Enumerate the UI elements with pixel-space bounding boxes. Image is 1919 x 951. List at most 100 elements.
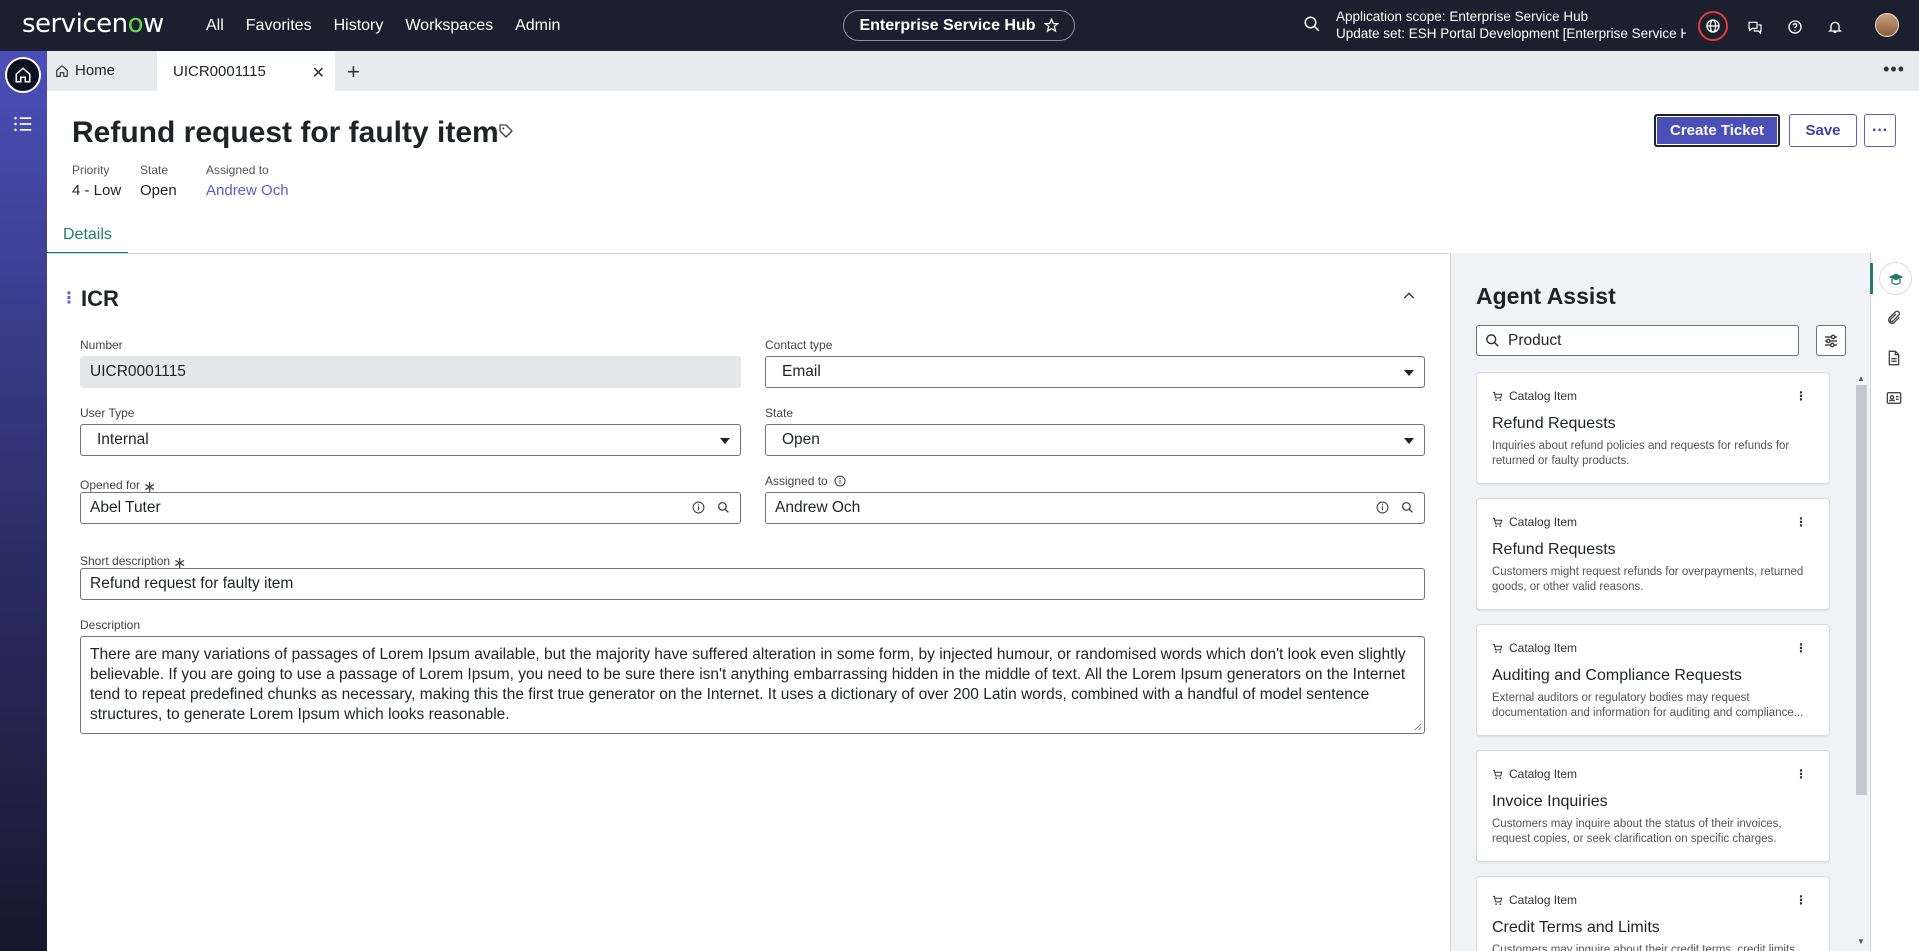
- caret-down-icon: [1404, 370, 1414, 376]
- scroll-up-icon[interactable]: ▲: [1857, 374, 1865, 383]
- state-meta: State Open: [140, 163, 177, 199]
- result-title[interactable]: Invoice Inquiries: [1492, 793, 1814, 811]
- tab-details[interactable]: Details: [47, 226, 128, 254]
- page-title: Refund request for faulty item: [72, 116, 499, 149]
- assigned-to-label-text: Assigned to: [765, 474, 828, 488]
- scrollbar-thumb[interactable]: [1856, 385, 1867, 795]
- contact-type-select[interactable]: Email: [765, 356, 1425, 388]
- result-title[interactable]: Refund Requests: [1492, 415, 1814, 433]
- assigned-link[interactable]: Andrew Och: [206, 182, 289, 199]
- result-card[interactable]: Catalog Item ⋮ Refund Requests Customers…: [1476, 498, 1830, 610]
- close-icon[interactable]: ✕: [312, 63, 325, 83]
- help-icon[interactable]: [1782, 14, 1808, 40]
- lookup-search-icon[interactable]: [1401, 501, 1414, 514]
- result-card[interactable]: Catalog Item ⋮ Invoice Inquiries Custome…: [1476, 750, 1830, 862]
- agent-assist-icon[interactable]: [1880, 263, 1911, 294]
- menu-history[interactable]: History: [334, 17, 384, 35]
- save-button[interactable]: Save: [1789, 114, 1857, 147]
- more-actions-button[interactable]: ···: [1864, 114, 1896, 147]
- short-description-value: Refund request for faulty item: [90, 575, 294, 592]
- filter-settings-button[interactable]: [1816, 325, 1846, 356]
- opened-for-field[interactable]: Abel Tuter: [80, 492, 741, 524]
- chat-icon[interactable]: [1742, 14, 1768, 40]
- active-indicator: [1870, 263, 1873, 294]
- result-card[interactable]: Catalog Item ⋮ Credit Terms and Limits C…: [1476, 876, 1830, 951]
- opened-for-value: Abel Tuter: [90, 499, 161, 516]
- section-title: ICR: [81, 286, 119, 311]
- agent-assist-title: Agent Assist: [1476, 283, 1616, 309]
- user-type-select[interactable]: Internal: [80, 424, 741, 456]
- result-type: Catalog Item: [1492, 893, 1814, 907]
- tag-icon[interactable]: [498, 123, 514, 139]
- list-icon[interactable]: [13, 115, 33, 133]
- priority-value: 4 - Low: [72, 182, 122, 199]
- description-label: Description: [80, 618, 141, 632]
- search-icon[interactable]: [1303, 15, 1321, 33]
- menu-favorites[interactable]: Favorites: [246, 17, 312, 35]
- result-type-label: Catalog Item: [1509, 893, 1578, 907]
- home-icon[interactable]: [5, 57, 41, 93]
- user-type-value: Internal: [97, 431, 149, 448]
- menu-admin[interactable]: Admin: [515, 17, 560, 35]
- top-icons: [1698, 11, 1848, 41]
- result-description: Customers may inquire about the status o…: [1492, 818, 1782, 845]
- resize-handle-icon[interactable]: [1413, 722, 1422, 731]
- scope-info[interactable]: Application scope: Enterprise Service Hu…: [1336, 8, 1686, 42]
- info-icon[interactable]: [1376, 501, 1389, 514]
- tab-more-icon[interactable]: •••: [1883, 59, 1905, 80]
- assigned-to-field[interactable]: Andrew Och: [765, 492, 1425, 524]
- globe-icon[interactable]: [1698, 11, 1728, 41]
- result-title[interactable]: Auditing and Compliance Requests: [1492, 667, 1814, 685]
- agent-assist-search[interactable]: Product: [1476, 325, 1799, 356]
- agent-assist-search-value: Product: [1508, 331, 1562, 349]
- contact-type-label: Contact type: [765, 338, 833, 352]
- info-icon[interactable]: [692, 501, 705, 514]
- workspace-pill[interactable]: Enterprise Service Hub: [843, 10, 1075, 41]
- divider: [47, 253, 1449, 254]
- servicenow-logo[interactable]: servicenow: [22, 9, 164, 39]
- section-menu-icon[interactable]: ⋮: [61, 288, 77, 308]
- opened-for-label: Opened for ∗: [80, 474, 156, 496]
- cart-icon: [1492, 643, 1503, 653]
- chevron-up-icon[interactable]: [1401, 288, 1417, 304]
- main-menu: All Favorites History Workspaces Admin: [206, 0, 582, 51]
- top-navigation: servicenow All Favorites History Workspa…: [0, 0, 1919, 51]
- kebab-menu-icon[interactable]: ⋮: [1795, 767, 1807, 781]
- result-description: Customers might request refunds for over…: [1492, 566, 1804, 593]
- create-ticket-button[interactable]: Create Ticket: [1654, 114, 1780, 147]
- user-avatar[interactable]: [1875, 13, 1899, 37]
- kebab-menu-icon[interactable]: ⋮: [1795, 515, 1807, 529]
- result-description: Inquiries about refund policies and requ…: [1492, 440, 1790, 467]
- state-select[interactable]: Open: [765, 424, 1425, 456]
- state-select-value: Open: [782, 431, 820, 448]
- cart-icon: [1492, 391, 1503, 401]
- result-type: Catalog Item: [1492, 641, 1814, 655]
- scroll-down-icon[interactable]: ▼: [1857, 937, 1865, 946]
- add-tab-icon[interactable]: +: [347, 59, 360, 85]
- kebab-menu-icon[interactable]: ⋮: [1795, 893, 1807, 907]
- priority-label: Priority: [72, 163, 110, 177]
- result-title[interactable]: Refund Requests: [1492, 541, 1814, 559]
- menu-all[interactable]: All: [206, 17, 224, 35]
- kebab-menu-icon[interactable]: ⋮: [1795, 389, 1807, 403]
- result-title[interactable]: Credit Terms and Limits: [1492, 919, 1814, 937]
- tab-record[interactable]: UICR0001115 ✕: [157, 51, 335, 91]
- tab-home[interactable]: Home: [55, 62, 115, 79]
- attachment-icon[interactable]: [1886, 310, 1902, 326]
- description-textarea[interactable]: There are many variations of passages of…: [80, 636, 1425, 734]
- agent-assist-results: Catalog Item ⋮ Refund Requests Inquiries…: [1476, 372, 1830, 951]
- lookup-search-icon[interactable]: [717, 501, 730, 514]
- kebab-menu-icon[interactable]: ⋮: [1795, 641, 1807, 655]
- result-card[interactable]: Catalog Item ⋮ Auditing and Compliance R…: [1476, 624, 1830, 736]
- document-icon[interactable]: [1886, 350, 1902, 366]
- info-icon[interactable]: [834, 475, 846, 487]
- menu-workspaces[interactable]: Workspaces: [405, 17, 493, 35]
- bell-icon[interactable]: [1822, 14, 1848, 40]
- reference-icons: [692, 501, 730, 514]
- result-type-label: Catalog Item: [1509, 767, 1578, 781]
- short-description-input[interactable]: Refund request for faulty item: [80, 568, 1425, 600]
- result-card[interactable]: Catalog Item ⋮ Refund Requests Inquiries…: [1476, 372, 1830, 484]
- result-description: Customers may inquire about their credit…: [1492, 944, 1805, 951]
- contact-card-icon[interactable]: [1886, 390, 1902, 406]
- star-icon[interactable]: [1043, 18, 1059, 33]
